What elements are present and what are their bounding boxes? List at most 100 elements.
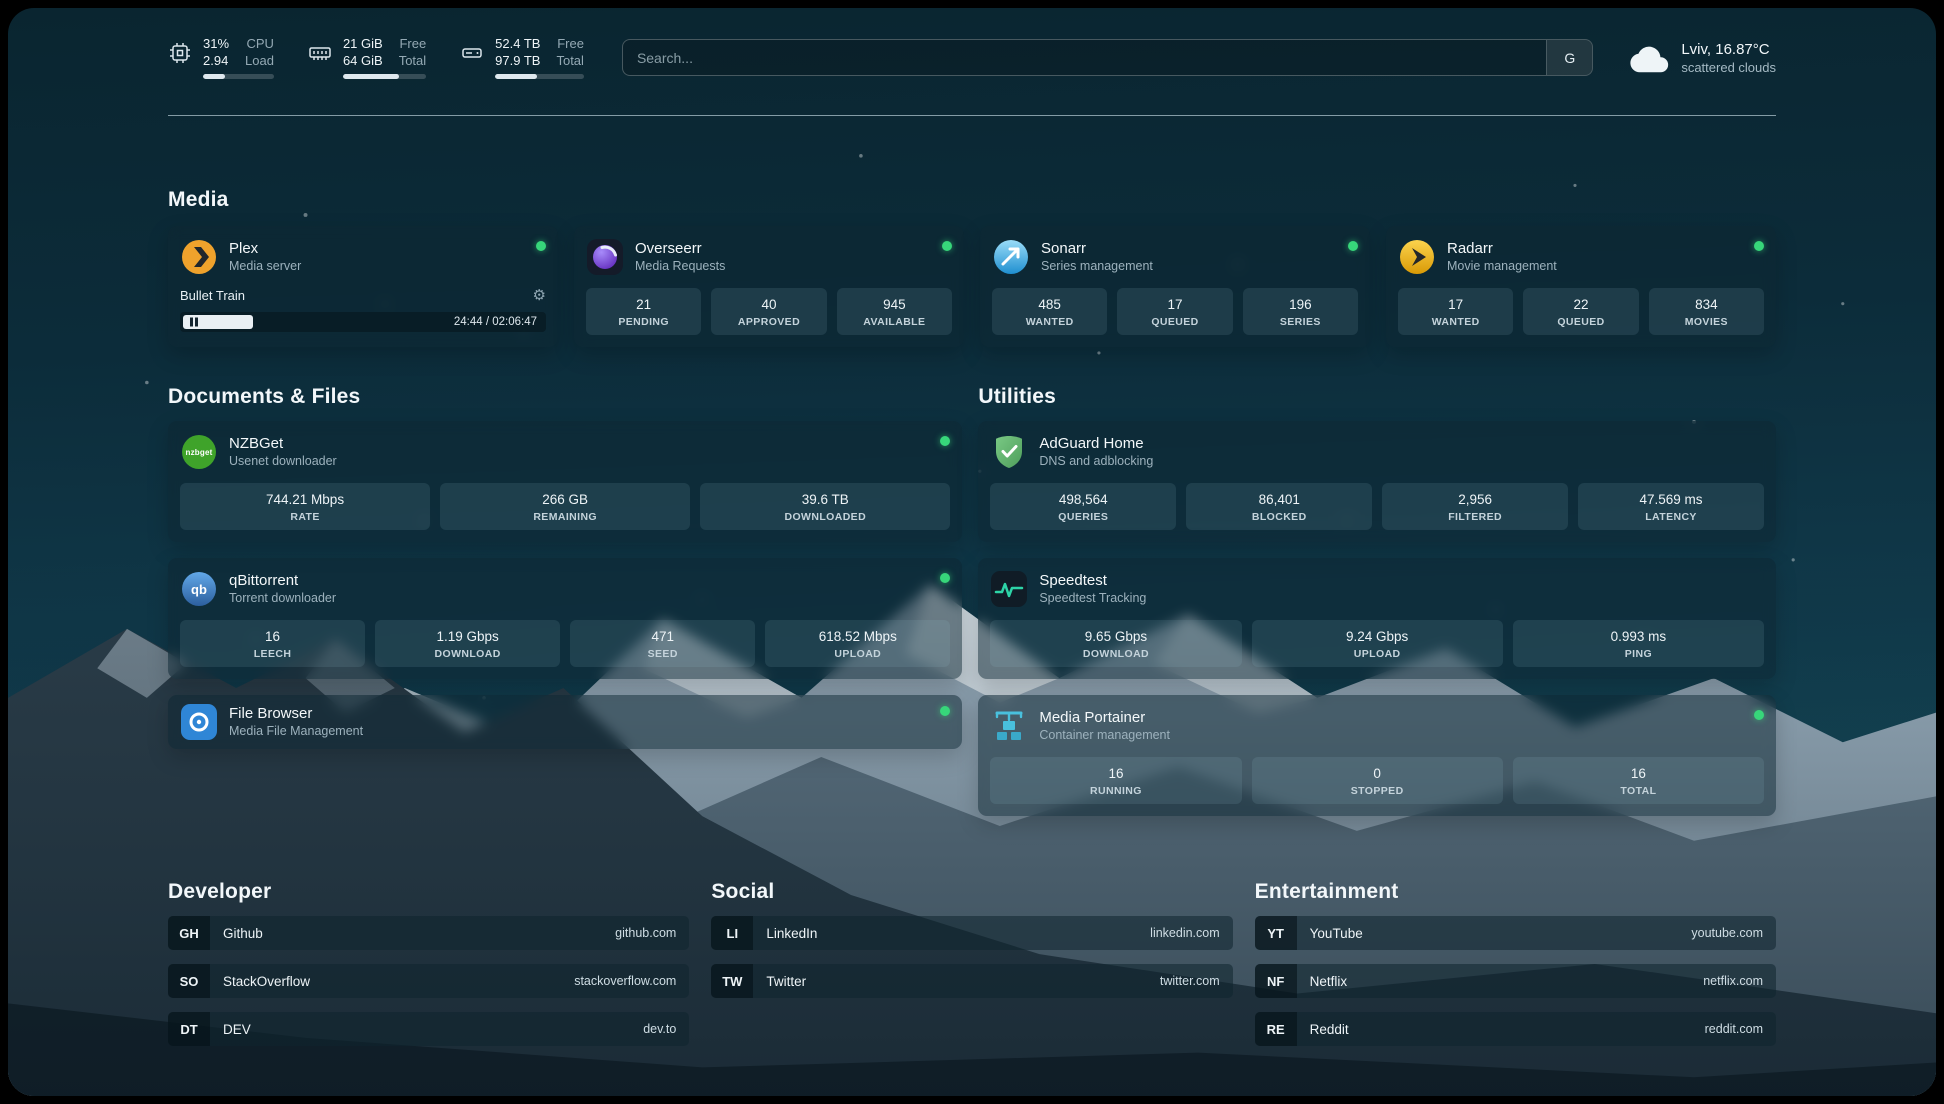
bookmark-url: stackoverflow.com — [561, 974, 689, 988]
qbittorrent-icon: qb — [180, 570, 218, 608]
memory-free-value: 21 GiB — [343, 36, 383, 52]
bookmark-group-developer: Developer GH Github github.com SO StackO… — [168, 880, 689, 1046]
stat-label: DOWNLOADED — [704, 511, 946, 523]
service-name: Overseerr — [635, 239, 725, 258]
service-name: Media Portainer — [1039, 708, 1170, 727]
service-card-plex[interactable]: Plex Media server Bullet Train ⚙ 24:44 /… — [168, 226, 558, 347]
disk-progress-fill — [495, 74, 537, 79]
stat-value: 47.569 ms — [1582, 491, 1760, 508]
service-subtitle: Speedtest Tracking — [1039, 590, 1146, 607]
stat-label: DOWNLOAD — [379, 648, 556, 660]
stat-value: 9.24 Gbps — [1256, 628, 1499, 645]
service-subtitle: Movie management — [1447, 258, 1557, 275]
stat-value: 17 — [1121, 296, 1228, 313]
cpu-progress-fill — [203, 74, 225, 79]
service-card-speedtest[interactable]: Speedtest Speedtest Tracking 9.65 Gbps D… — [978, 558, 1776, 679]
bookmark-row-stackoverflow[interactable]: SO StackOverflow stackoverflow.com — [168, 964, 689, 998]
bookmark-row-netflix[interactable]: NF Netflix netflix.com — [1255, 964, 1776, 998]
stat-available: 945 AVAILABLE — [837, 288, 952, 335]
service-card-filebrowser[interactable]: File Browser Media File Management — [168, 695, 962, 749]
overseerr-icon — [586, 238, 624, 276]
playback-progress-bar: 24:44 / 02:06:47 — [180, 312, 546, 332]
search-input[interactable] — [623, 40, 1546, 75]
section-title-developer: Developer — [168, 880, 689, 904]
status-dot-online — [942, 241, 952, 251]
bookmark-row-reddit[interactable]: RE Reddit reddit.com — [1255, 1012, 1776, 1046]
bookmark-row-youtube[interactable]: YT YouTube youtube.com — [1255, 916, 1776, 950]
stat-label: SEED — [574, 648, 751, 660]
pause-icon[interactable] — [190, 318, 198, 327]
service-card-sonarr[interactable]: Sonarr Series management 485 WANTED 17 Q… — [980, 226, 1370, 347]
filebrowser-icon — [180, 703, 218, 741]
cloud-icon — [1629, 43, 1669, 73]
service-name: qBittorrent — [229, 571, 336, 590]
bookmark-row-linkedin[interactable]: LI LinkedIn linkedin.com — [711, 916, 1232, 950]
stat-label: WANTED — [1402, 316, 1509, 328]
cpu-progress-bar — [203, 74, 274, 79]
service-card-qbittorrent[interactable]: qb qBittorrent Torrent downloader 16 — [168, 558, 962, 679]
sonarr-icon — [992, 238, 1030, 276]
search-provider-button[interactable]: G — [1546, 40, 1592, 75]
service-name: File Browser — [229, 704, 363, 723]
stat-label: QUEUED — [1527, 316, 1634, 328]
stat-value: 16 — [994, 765, 1237, 782]
stat-value: 196 — [1247, 296, 1354, 313]
bookmark-group-entertainment: Entertainment YT YouTube youtube.com NF … — [1255, 880, 1776, 1046]
memory-total-value: 64 GiB — [343, 53, 383, 69]
stat-label: WANTED — [996, 316, 1103, 328]
memory-monitor: 21 GiB Free 64 GiB Total — [308, 36, 426, 79]
stat-label: MOVIES — [1653, 316, 1760, 328]
service-subtitle: Media server — [229, 258, 301, 275]
service-card-overseerr[interactable]: Overseerr Media Requests 21 PENDING 40 A… — [574, 226, 964, 347]
weather-widget: Lviv, 16.87°C scattered clouds — [1629, 40, 1776, 76]
service-card-radarr[interactable]: Radarr Movie management 17 WANTED 22 QUE… — [1386, 226, 1776, 347]
bookmark-url: youtube.com — [1678, 926, 1776, 940]
stat-value: 2,956 — [1386, 491, 1564, 508]
radarr-icon — [1398, 238, 1436, 276]
stat-label: DOWNLOAD — [994, 648, 1237, 660]
gear-icon[interactable]: ⚙ — [533, 288, 546, 303]
stat-label: QUERIES — [994, 511, 1172, 523]
stat-label: UPLOAD — [769, 648, 946, 660]
stat-label: SERIES — [1247, 316, 1354, 328]
section-title-media: Media — [168, 188, 1776, 212]
section-title-documents: Documents & Files — [168, 385, 962, 409]
status-dot-online — [1754, 241, 1764, 251]
stat-value: 21 — [590, 296, 697, 313]
section-title-entertainment: Entertainment — [1255, 880, 1776, 904]
bookmark-abbr: SO — [168, 964, 210, 998]
bookmark-name: DEV — [210, 1022, 630, 1037]
nzbget-icon: nzbget — [180, 433, 218, 471]
stat-value: 16 — [184, 628, 361, 645]
stat-label: QUEUED — [1121, 316, 1228, 328]
adguard-icon — [990, 433, 1028, 471]
memory-progress-fill — [343, 74, 399, 79]
stat-value: 485 — [996, 296, 1103, 313]
weather-condition: scattered clouds — [1681, 59, 1776, 76]
service-name: Radarr — [1447, 239, 1557, 258]
service-name: Sonarr — [1041, 239, 1153, 258]
system-monitors: 31% CPU 2.94 Load — [168, 36, 584, 79]
stat-seed: 471 SEED — [570, 620, 755, 667]
stat-label: AVAILABLE — [841, 316, 948, 328]
search-bar[interactable]: G — [622, 39, 1593, 76]
stat-ping: 0.993 ms PING — [1513, 620, 1764, 667]
stat-running: 16 RUNNING — [990, 757, 1241, 804]
stat-leech: 16 LEECH — [180, 620, 365, 667]
bookmark-abbr: DT — [168, 1012, 210, 1046]
bookmark-row-github[interactable]: GH Github github.com — [168, 916, 689, 950]
service-card-portainer[interactable]: Media Portainer Container management 16 … — [978, 695, 1776, 816]
service-subtitle: DNS and adblocking — [1039, 453, 1153, 470]
memory-progress-bar — [343, 74, 426, 79]
cpu-load-label: Load — [245, 53, 274, 69]
stat-value: 22 — [1527, 296, 1634, 313]
bookmark-row-twitter[interactable]: TW Twitter twitter.com — [711, 964, 1232, 998]
bookmark-url: linkedin.com — [1137, 926, 1232, 940]
speedtest-icon — [990, 570, 1028, 608]
service-card-adguard[interactable]: AdGuard Home DNS and adblocking 498,564 … — [978, 421, 1776, 542]
stat-download: 9.65 Gbps DOWNLOAD — [990, 620, 1241, 667]
service-card-nzbget[interactable]: nzbget NZBGet Usenet downloader 744.21 M… — [168, 421, 962, 542]
memory-icon — [308, 41, 332, 65]
bookmark-row-dev[interactable]: DT DEV dev.to — [168, 1012, 689, 1046]
bookmark-abbr: RE — [1255, 1012, 1297, 1046]
